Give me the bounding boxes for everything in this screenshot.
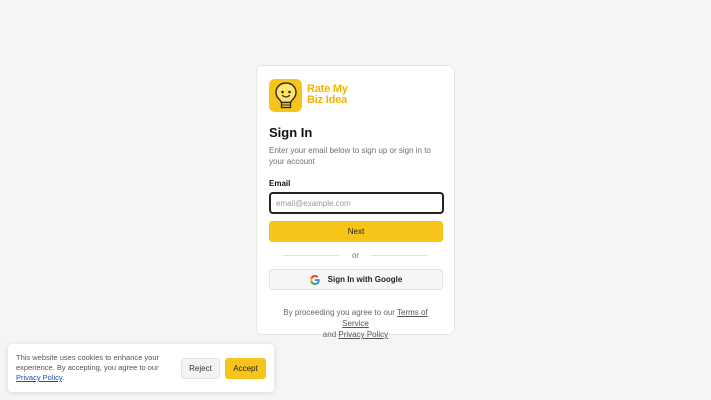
email-label: Email [269,179,291,188]
legal-prefix: By proceeding you agree to our [283,308,395,317]
lightbulb-mascot-icon [269,78,302,112]
legal-conjunction: and [322,330,337,339]
google-g-icon [309,274,320,285]
google-signin-label: Sign In with Google [327,275,403,284]
signin-subtitle: Enter your email below to sign up or sig… [269,146,431,166]
reject-cookies-button[interactable]: Reject [181,357,220,379]
divider-text: or [351,251,360,260]
divider-line-right [371,255,429,256]
cookie-banner: This website uses cookies to enhance you… [8,344,274,392]
brand-name: Rate My Biz Idea [307,84,348,106]
cookie-privacy-policy-link[interactable]: Privacy Policy [16,373,62,382]
next-button[interactable]: Next [269,221,443,242]
or-divider: or [269,250,442,261]
cookie-text: This website uses cookies to enhance you… [16,353,159,372]
cookie-period: . [62,373,65,382]
brand-line-2: Biz Idea [307,94,347,106]
privacy-policy-link[interactable]: Privacy Policy [338,330,388,339]
cookie-message: This website uses cookies to enhance you… [16,353,168,383]
page-title: Sign In [269,125,313,140]
legal-notice: By proceeding you agree to our Terms of … [269,307,442,340]
email-field[interactable] [269,192,444,214]
signin-card: Rate My Biz Idea Sign In Enter your emai… [256,65,455,339]
accept-cookies-button[interactable]: Accept [225,357,266,379]
brand-header: Rate My Biz Idea [269,78,442,112]
google-signin-button[interactable]: Sign In with Google [269,269,443,290]
divider-line-left [282,255,340,256]
page: Rate My Biz Idea Sign In Enter your emai… [0,0,711,400]
